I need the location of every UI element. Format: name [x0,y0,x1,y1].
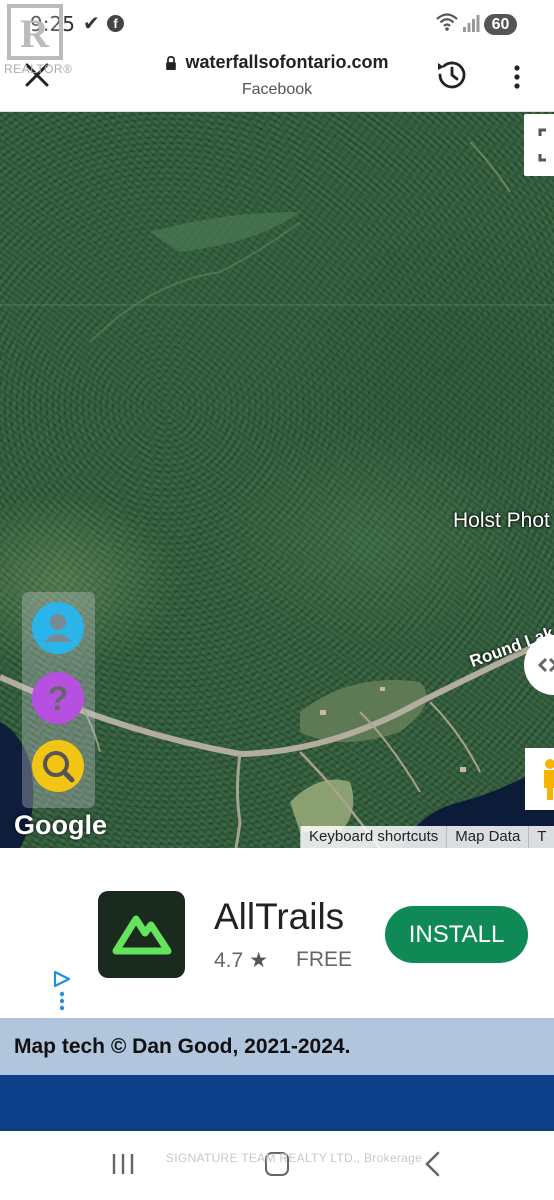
url-domain-row: waterfallsofontario.com [165,52,389,73]
fullscreen-icon [538,128,546,162]
url-bar[interactable]: waterfallsofontario.com Facebook [140,52,414,99]
more-menu-icon[interactable] [507,62,527,92]
map-side-panel: ? [22,592,95,808]
user-icon[interactable] [32,602,84,654]
realtor-logo-text: REALTOR® [4,62,73,76]
credit-bar: Map tech © Dan Good, 2021-2024. [0,1018,554,1075]
app-price: FREE [296,948,353,971]
app-name[interactable]: AllTrails [214,896,344,938]
recent-apps-icon[interactable] [110,1153,136,1175]
star-icon: ★ [249,949,269,972]
pan-control[interactable] [524,635,554,695]
status-bar: 9:25 ✔ f 60 [0,0,554,46]
place-label[interactable]: Holst Phot [453,509,550,533]
rating-value: 4.7 [214,948,244,972]
map-credit: Map tech © Dan Good, 2021-2024. [14,1035,351,1058]
blue-footer-bar [0,1075,554,1131]
help-icon[interactable]: ? [32,672,84,724]
svg-text:?: ? [48,680,69,718]
check-icon: ✔ [83,13,100,35]
app-ad-banner[interactable]: AllTrails 4.7 ★ FREE INSTALL [0,848,554,1018]
wifi-icon [436,13,458,31]
lock-icon [166,55,177,70]
fullscreen-button[interactable] [524,114,554,176]
map-data-link[interactable]: Map Data [446,826,528,848]
realtor-logo: R REALTOR® [4,4,73,76]
signal-icon [463,15,480,32]
history-icon[interactable] [434,57,470,93]
install-button[interactable]: INSTALL [385,906,528,963]
back-icon[interactable] [424,1151,442,1177]
facebook-icon: f [107,15,124,32]
street-view-button[interactable] [525,748,554,810]
system-nav-bar: SIGNATURE TEAM REALTY LTD., Brokerage [0,1131,554,1200]
screen: 9:25 ✔ f 60 R REALTOR® waterfallsofontar… [0,0,554,1200]
brokerage-watermark: SIGNATURE TEAM REALTY LTD., Brokerage [166,1151,423,1165]
keyboard-shortcuts-link[interactable]: Keyboard shortcuts [300,826,446,848]
url-domain: waterfallsofontario.com [185,52,389,72]
url-subtitle: Facebook [241,80,313,98]
google-logo: Google [14,810,107,840]
pegman-icon [544,759,554,800]
search-icon[interactable] [32,740,84,792]
map-footer: Keyboard shortcuts Map Data T [300,826,554,848]
pan-arrows-icon [537,657,554,673]
adchoices-icon[interactable] [52,968,72,1012]
app-rating: 4.7 ★ [214,948,268,973]
browser-toolbar: waterfallsofontario.com Facebook [0,46,554,112]
terms-link[interactable]: T [528,826,554,848]
battery-icon: 60 [484,14,517,35]
realtor-logo-letter: R [20,11,49,56]
satellite-map[interactable]: Holst Phot Round Lak ? Google Keyboard s… [0,112,554,848]
alltrails-app-icon[interactable] [98,891,185,978]
